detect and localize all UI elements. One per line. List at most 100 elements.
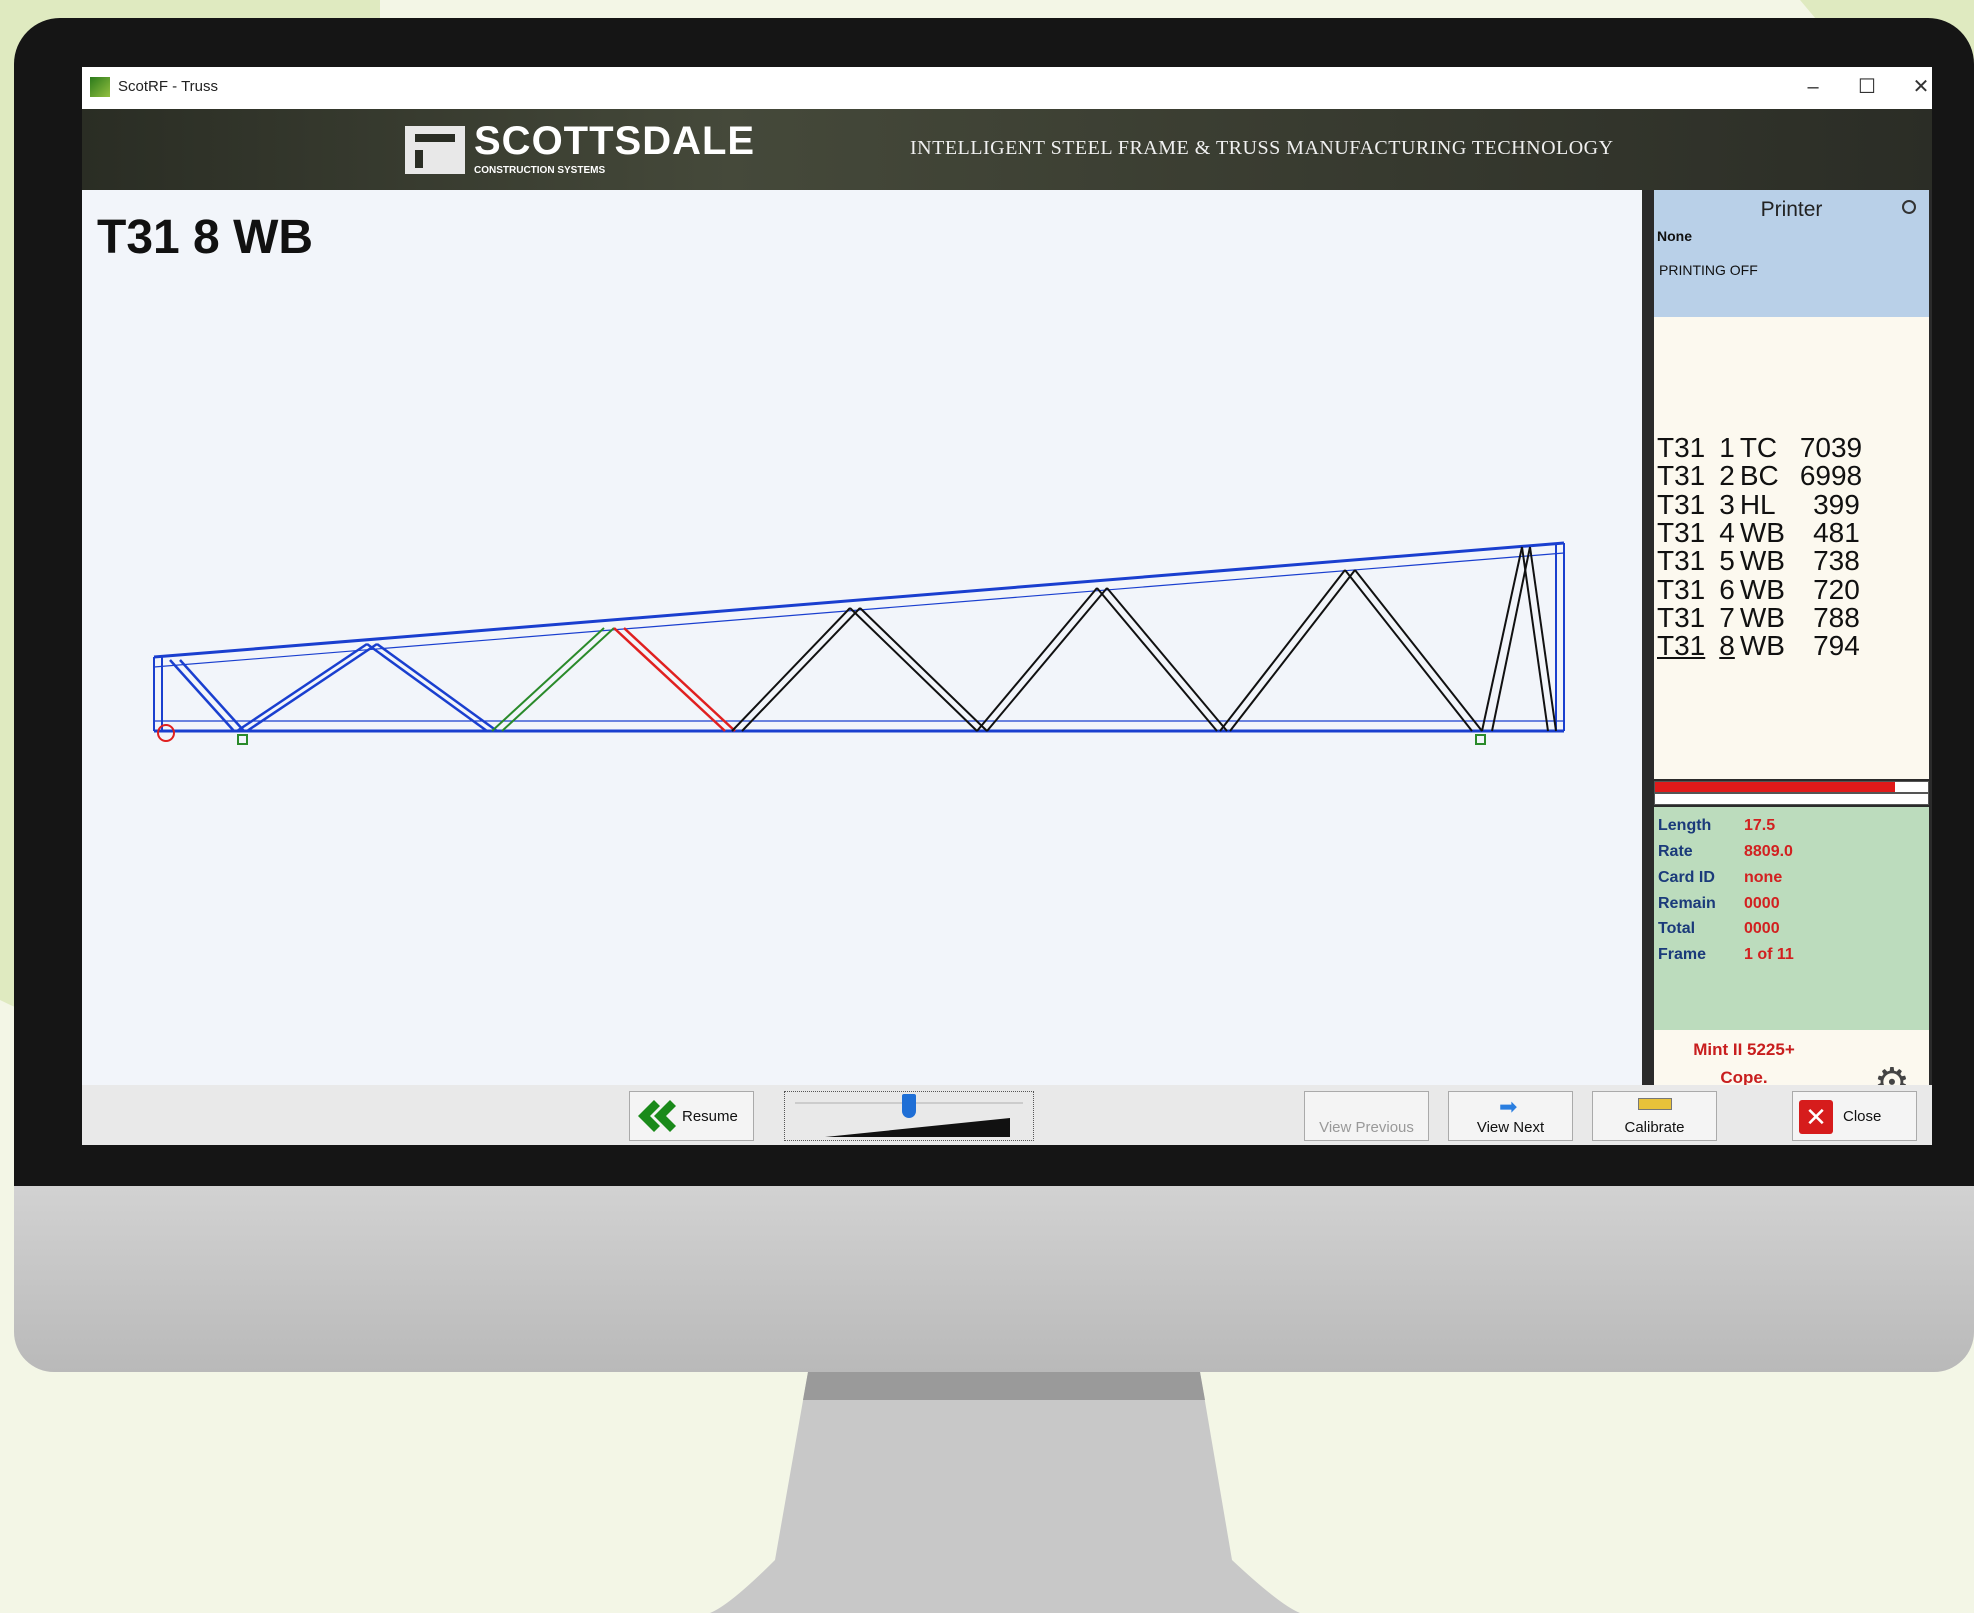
parts-list-item: T31 2 BC 6998 (1657, 460, 1863, 492)
part-length: 788 (1813, 601, 1860, 633)
truss-view: T31 8 WB (82, 190, 1642, 1085)
machine-model: Mint II 5225+ (1693, 1040, 1795, 1059)
part-frame: T31 (1657, 573, 1706, 605)
part-number: 2 (1719, 460, 1735, 492)
part-number: 7 (1719, 601, 1735, 633)
frame-progress-bar (1654, 781, 1929, 793)
support-marker-right (1475, 734, 1486, 745)
brand-banner: SCOTTSDALE CONSTRUCTION SYSTEMS INTELLIG… (82, 109, 1932, 190)
remain-value: 0000 (1744, 895, 1780, 912)
printer-name: None (1657, 228, 1692, 244)
part-frame: T31 (1657, 488, 1706, 520)
web-active (613, 627, 736, 732)
part-number: 4 (1719, 516, 1735, 548)
remain-label: Remain (1658, 895, 1716, 912)
part-frame: T31 (1657, 432, 1706, 463)
total-value: 0000 (1744, 920, 1780, 937)
frame-label: Frame (1658, 946, 1707, 963)
printer-status: PRINTING OFF (1659, 262, 1758, 278)
webs-completed (169, 642, 498, 733)
part-frame: T31 (1657, 545, 1706, 577)
part-length: 481 (1813, 516, 1860, 548)
maximize-button[interactable]: ☐ (1842, 71, 1892, 103)
resume-button[interactable]: Resume (629, 1091, 754, 1141)
printer-panel: Printer None PRINTING OFF (1654, 190, 1929, 317)
view-next-label: View Next (1476, 1119, 1545, 1136)
refresh-icon[interactable] (1902, 200, 1916, 214)
calibrate-label: Calibrate (1624, 1119, 1685, 1136)
close-label: Close (1843, 1108, 1882, 1125)
view-next-icon: ➡ (1499, 1094, 1518, 1119)
printer-heading: Printer (1760, 198, 1823, 221)
part-type: WB (1739, 630, 1785, 662)
app-icon (90, 77, 110, 97)
rate-value: 8809.0 (1744, 843, 1793, 860)
part-length: 794 (1813, 630, 1860, 662)
part-type: TC (1739, 432, 1778, 463)
parts-list-item: T31 4 WB 481 (1657, 517, 1860, 549)
parts-list-item: T31 6 WB 720 (1657, 574, 1860, 606)
brand-name: SCOTTSDALE (474, 119, 756, 163)
view-previous-button[interactable]: View Previous (1304, 1091, 1429, 1141)
web-done (491, 627, 615, 732)
parts-list-item: T31 8 WB 794 (1657, 630, 1860, 662)
screen: ScotRF - Truss – ☐ ✕ SCOTTSDALE CONSTRUC… (82, 67, 1932, 1145)
part-type: HL (1739, 488, 1776, 520)
part-type: WB (1739, 573, 1785, 605)
parts-list-item: T31 7 WB 788 (1657, 602, 1860, 634)
scottsdale-logo-icon (405, 126, 465, 174)
part-frame: T31 (1657, 630, 1706, 662)
view-next-button[interactable]: ➡ View Next (1448, 1091, 1573, 1141)
view-previous-label: View Previous (1319, 1119, 1414, 1136)
support-marker-left (237, 734, 248, 745)
part-type: BC (1739, 460, 1779, 492)
bottom-toolbar: Resume View Previous ➡ View Next Calibra… (82, 1085, 1932, 1145)
brand-subtitle: CONSTRUCTION SYSTEMS (474, 165, 606, 176)
end-posts (153, 543, 1565, 731)
part-length: 7039 (1799, 432, 1863, 463)
start-marker (157, 724, 175, 742)
calibrate-button[interactable]: Calibrate (1592, 1091, 1717, 1141)
window-titlebar: ScotRF - Truss – ☐ ✕ (82, 67, 1932, 109)
part-length: 6998 (1799, 460, 1863, 492)
card-id-value: none (1744, 869, 1783, 886)
part-type: WB (1739, 516, 1785, 548)
length-label: Length (1658, 817, 1712, 834)
part-length: 720 (1813, 573, 1860, 605)
window-title: ScotRF - Truss (118, 78, 219, 95)
rate-label: Rate (1658, 843, 1693, 860)
parts-list-item: T31 1 TC 7039 (1657, 432, 1863, 464)
resume-label: Resume (682, 1108, 738, 1125)
truss-drawing (153, 541, 1565, 745)
total-label: Total (1658, 920, 1696, 937)
part-number: 3 (1719, 488, 1735, 520)
part-number: 6 (1719, 573, 1735, 605)
stats-panel: Length 17.5 Rate 8809.0 Card ID none Rem… (1654, 807, 1929, 1030)
slider-thumb[interactable] (902, 1094, 916, 1118)
brand-tagline: INTELLIGENT STEEL FRAME & TRUSS MANUFACT… (910, 137, 1614, 159)
calibrate-icon (1638, 1098, 1672, 1110)
close-button[interactable]: ✕ Close (1792, 1091, 1917, 1141)
frame-value: 1 of 11 (1744, 946, 1794, 963)
parts-list-item: T31 5 WB 738 (1657, 545, 1860, 577)
part-length: 399 (1813, 488, 1860, 520)
part-number: 5 (1719, 545, 1735, 577)
part-type: WB (1739, 601, 1785, 633)
part-number: 1 (1719, 432, 1735, 463)
part-length: 738 (1813, 545, 1860, 577)
minimize-button[interactable]: – (1788, 71, 1838, 103)
top-chord (153, 541, 1565, 668)
piece-progress-bar (1654, 793, 1929, 805)
length-value: 17.5 (1744, 817, 1776, 834)
part-number: 8 (1719, 630, 1735, 662)
webs-pending (731, 546, 1557, 732)
part-frame: T31 (1657, 601, 1706, 633)
part-type: WB (1739, 545, 1785, 577)
resume-icon (638, 1100, 676, 1132)
window-close-button[interactable]: ✕ (1896, 71, 1932, 103)
bottom-chord (154, 720, 1564, 733)
parts-list: T31 1 TC 7039 T31 2 BC 6998 T31 3 HL 399 T31 4 WB 481 T3… (1654, 317, 1929, 779)
speed-slider[interactable] (784, 1091, 1034, 1141)
part-frame: T31 (1657, 516, 1706, 548)
close-icon: ✕ (1799, 1100, 1833, 1134)
